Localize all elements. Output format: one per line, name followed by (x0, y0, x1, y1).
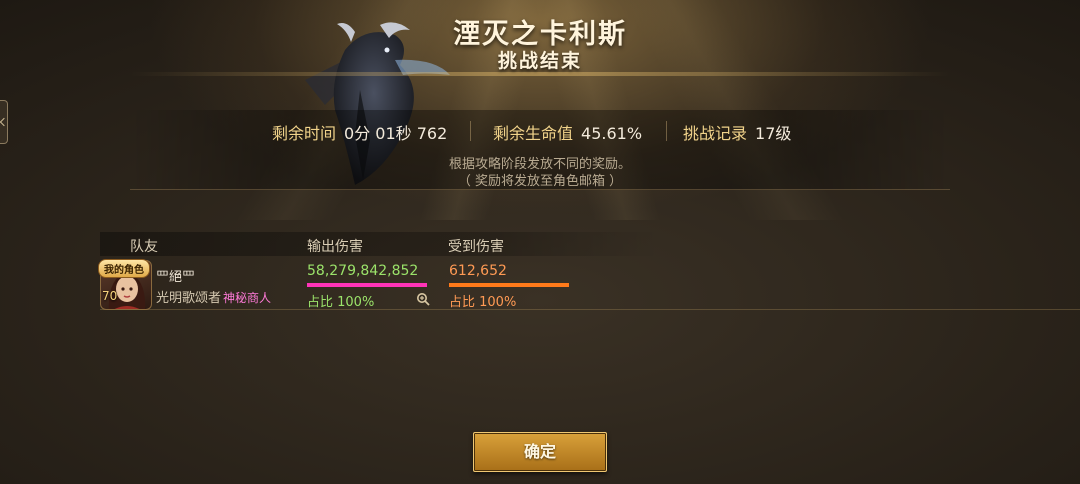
damage-dealt-share: 占比 100% (307, 295, 375, 310)
remaining-hp-value: 45.61% (581, 124, 643, 143)
damage-dealt-bar (307, 283, 427, 287)
player-guild: 神秘商人 (223, 291, 272, 305)
challenge-result-title: 挑战结束 (497, 50, 582, 72)
stat-divider (666, 121, 667, 141)
side-collapse-tab[interactable] (0, 100, 8, 144)
magnifier-icon[interactable] (416, 292, 430, 306)
mail-note: （ 奖励将发放至角色邮箱 ） (457, 174, 623, 189)
remaining-time-stat: 剩余时间 0分 01秒 762 (272, 120, 447, 144)
remaining-time-label: 剩余时间 (272, 124, 337, 143)
stat-divider (470, 121, 471, 141)
damage-taken-value: 612,652 (449, 263, 507, 279)
player-level: 70 (102, 289, 118, 303)
challenge-record-label: 挑战记录 (683, 124, 748, 143)
remaining-hp-label: 剩余生命值 (493, 124, 574, 143)
my-character-badge: 我的角色 (98, 259, 150, 278)
damage-dealt-value: 58,279,842,852 (307, 263, 419, 279)
confirm-button[interactable]: 确定 (473, 432, 607, 472)
col-damage-dealt: 输出伤害 (307, 239, 363, 255)
col-damage-taken: 受到伤害 (448, 239, 504, 255)
remaining-time-value: 0分 01秒 762 (344, 124, 448, 143)
challenge-record-value: 17级 (755, 124, 792, 143)
damage-taken-bar-fill (449, 283, 569, 287)
damage-taken-bar (449, 283, 569, 287)
table-header (100, 232, 660, 256)
player-class-name: 光明歌颂者 (156, 291, 222, 306)
player-class: 光明歌颂者 神秘商人 (156, 287, 271, 306)
challenge-record-stat: 挑战记录 17级 (683, 120, 791, 144)
col-teammate: 队友 (130, 239, 158, 255)
player-name: 罒絕罒 (156, 270, 196, 285)
remaining-hp-stat: 剩余生命值 45.61% (493, 120, 642, 144)
damage-taken-share: 占比 100% (449, 295, 517, 310)
damage-dealt-bar-fill (307, 283, 427, 287)
